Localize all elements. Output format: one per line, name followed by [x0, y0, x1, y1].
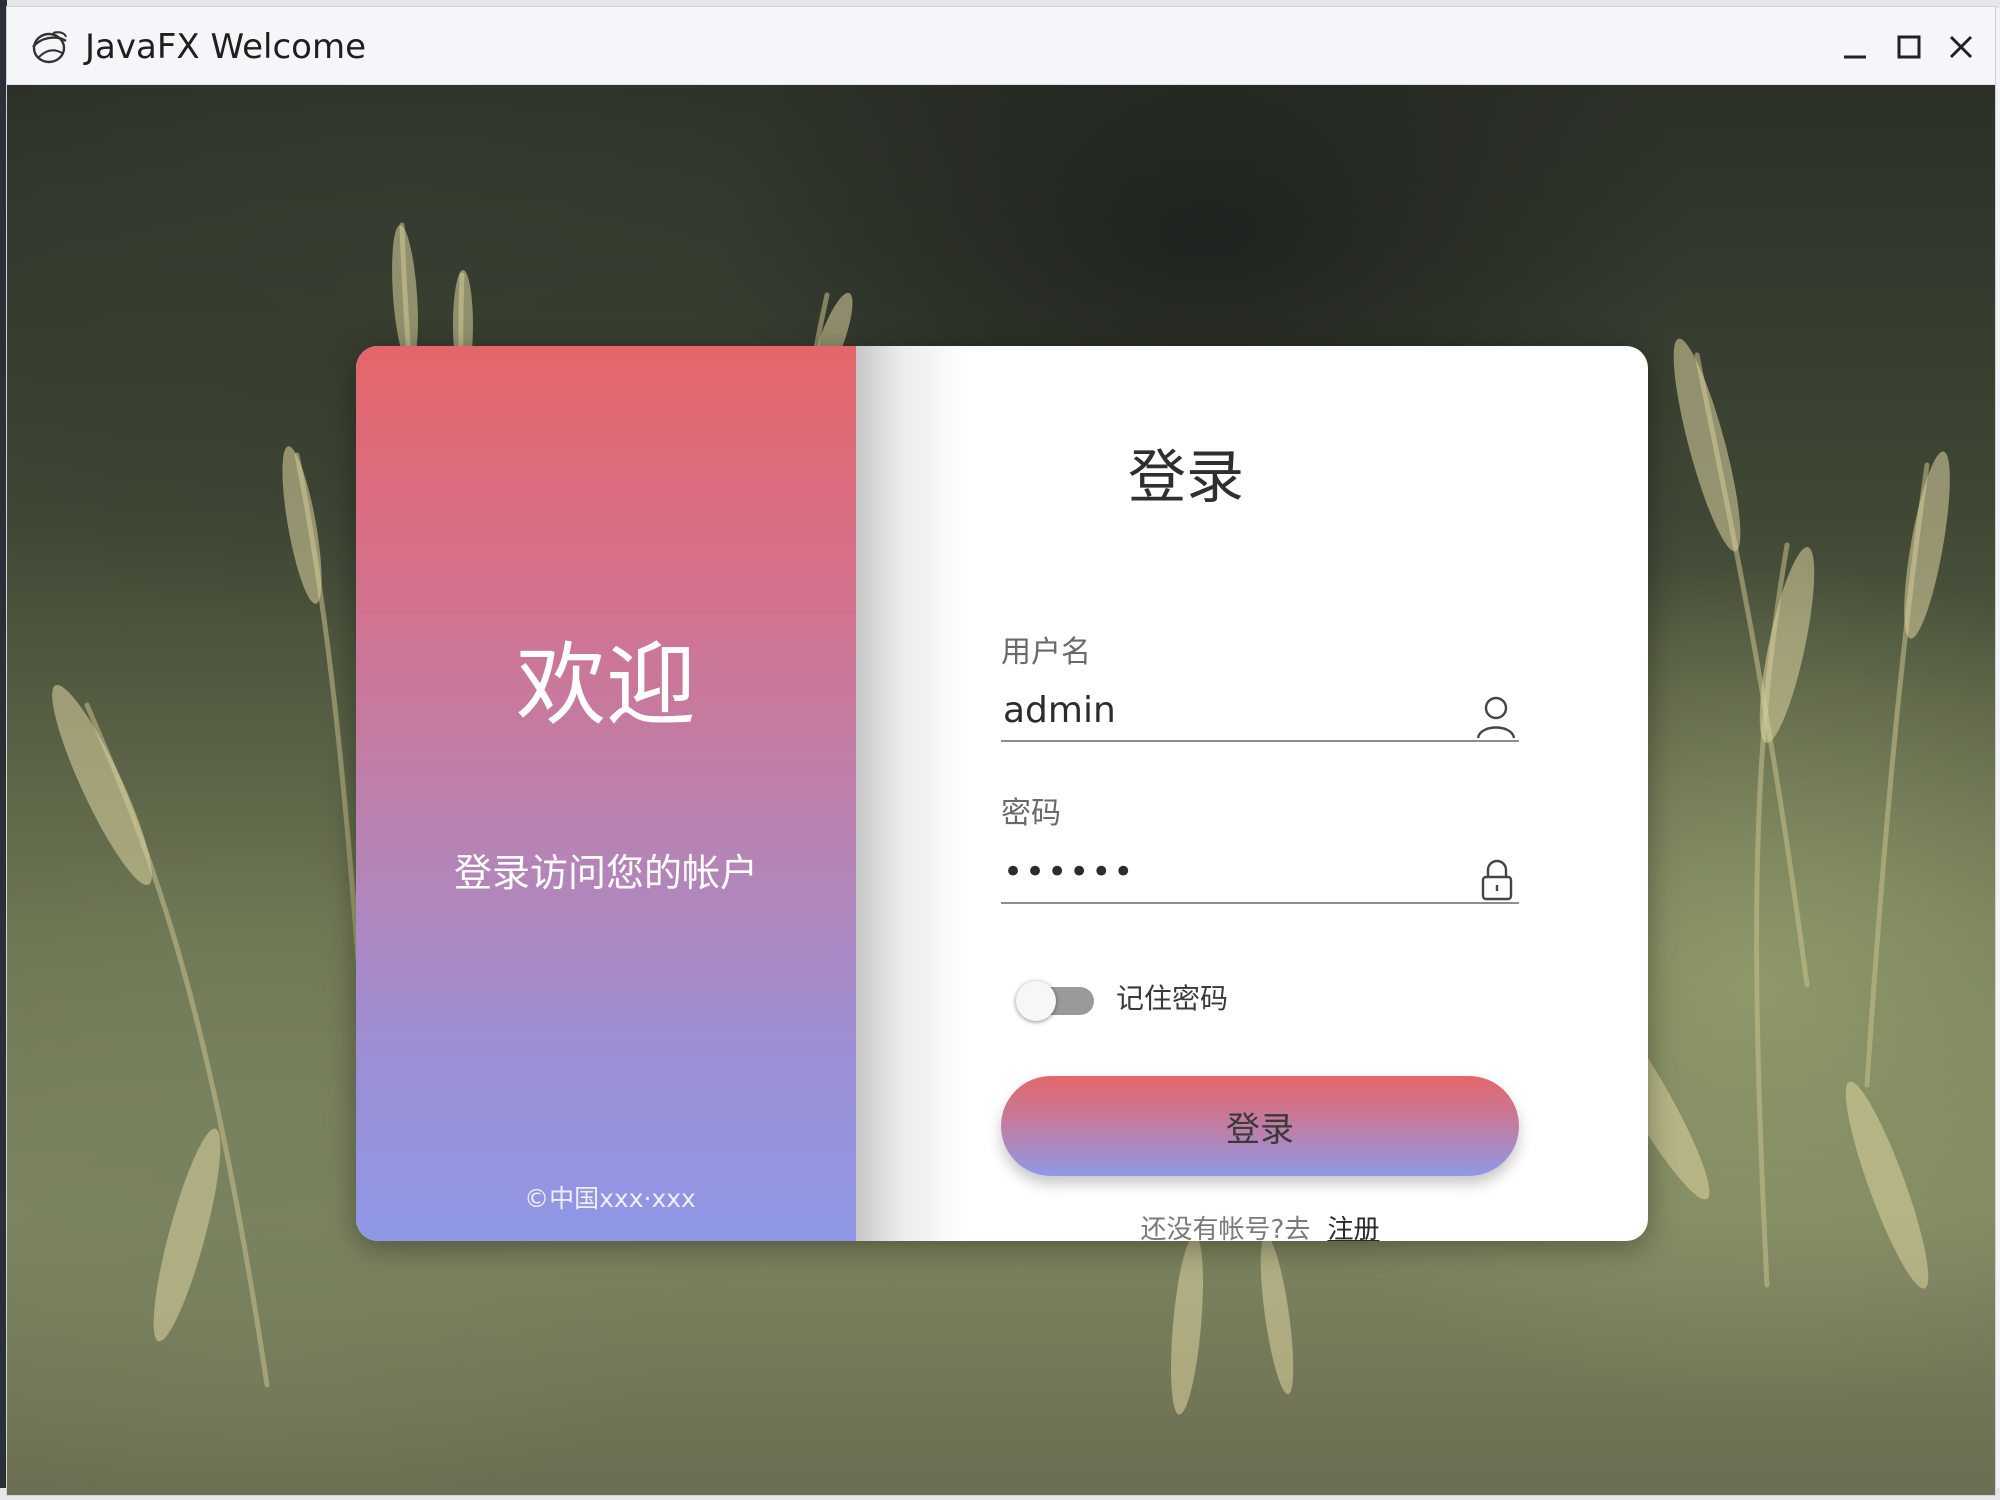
remember-password-label[interactable]: 记住密码: [1116, 982, 1228, 1016]
remember-password-toggle[interactable]: [1016, 981, 1094, 1021]
app-window: JavaFX Welcome 欢迎 登录访问您的帐户 ©中国xxx·xxx 登录…: [7, 7, 1995, 1495]
lock-icon: [1475, 857, 1519, 903]
panel-divider-shadow: [856, 346, 966, 1241]
welcome-subtitle: 登录访问您的帐户: [453, 851, 758, 895]
username-input[interactable]: [1001, 686, 1519, 742]
minimize-icon: [1844, 55, 1866, 59]
register-hint: 还没有帐号?去: [1140, 1215, 1311, 1241]
register-link[interactable]: 注册: [1327, 1215, 1379, 1241]
close-button[interactable]: [1939, 25, 1983, 69]
background-image: 欢迎 登录访问您的帐户 ©中国xxx·xxx 登录 用户名 密码: [7, 85, 1995, 1495]
register-row: 还没有帐号?去 注册: [1001, 1214, 1519, 1241]
minimize-button[interactable]: [1833, 25, 1877, 69]
window-title: JavaFX Welcome: [85, 27, 366, 67]
title-bar[interactable]: JavaFX Welcome: [7, 7, 1995, 85]
password-input[interactable]: [1001, 848, 1519, 904]
password-label: 密码: [1001, 796, 1061, 831]
login-title: 登录: [1127, 443, 1244, 511]
maximize-button[interactable]: [1887, 25, 1931, 69]
javafx-app-icon: [29, 27, 69, 67]
copyright-text: ©中国xxx·xxx: [524, 1184, 696, 1213]
toggle-knob: [1016, 981, 1056, 1021]
welcome-panel: 欢迎 登录访问您的帐户 ©中国xxx·xxx: [356, 346, 856, 1241]
desktop-left-edge: [0, 0, 7, 1500]
close-icon: [1949, 35, 1973, 59]
welcome-title: 欢迎: [516, 633, 696, 738]
login-button[interactable]: 登录: [1001, 1076, 1519, 1176]
username-label: 用户名: [1001, 635, 1091, 670]
login-card: 欢迎 登录访问您的帐户 ©中国xxx·xxx 登录 用户名 密码: [356, 346, 1648, 1241]
maximize-icon: [1897, 35, 1921, 59]
user-icon: [1474, 694, 1518, 740]
